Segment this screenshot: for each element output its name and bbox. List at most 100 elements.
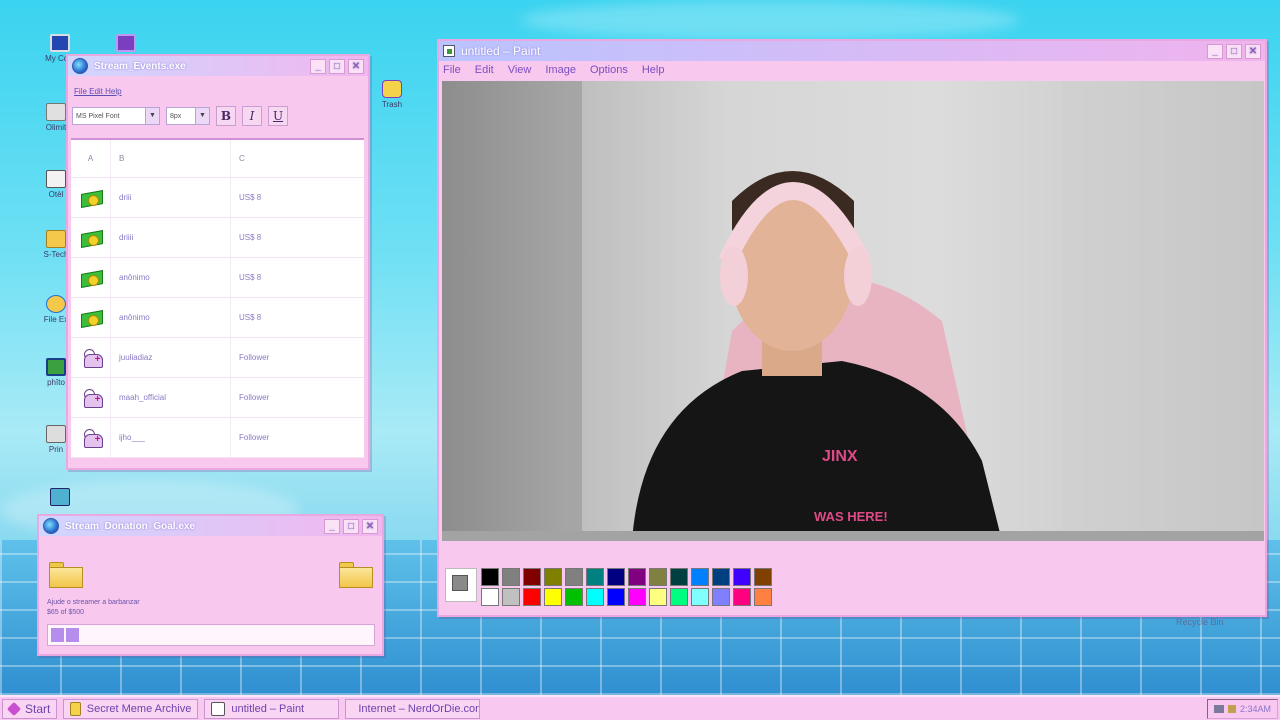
notepad-icon bbox=[50, 488, 70, 506]
close-button[interactable]: ✕ bbox=[348, 58, 364, 74]
recycle-bin-label[interactable]: Recycle Bin bbox=[1176, 617, 1224, 627]
maximize-button[interactable]: □ bbox=[329, 58, 345, 74]
color-swatch[interactable] bbox=[691, 568, 709, 586]
svg-text:JINX: JINX bbox=[822, 448, 858, 465]
close-button[interactable]: ✕ bbox=[362, 518, 378, 534]
donation-titlebar[interactable]: Stream_Donation_Goal.exe _ □ ✕ bbox=[39, 516, 382, 536]
color-swatch[interactable] bbox=[712, 568, 730, 586]
color-swatch[interactable] bbox=[670, 588, 688, 606]
menu-edit[interactable]: Edit bbox=[475, 64, 494, 76]
taskbar-secret-meme-archive[interactable]: Secret Meme Archive bbox=[63, 698, 199, 719]
volume-icon[interactable] bbox=[1227, 704, 1236, 713]
color-swatch[interactable] bbox=[502, 588, 520, 606]
event-name: maah_official bbox=[111, 378, 231, 417]
color-swatch[interactable] bbox=[481, 588, 499, 606]
current-color[interactable] bbox=[445, 568, 477, 602]
color-swatch[interactable] bbox=[754, 588, 772, 606]
color-swatch[interactable] bbox=[586, 568, 604, 586]
color-swatch[interactable] bbox=[502, 568, 520, 586]
column-header-b: B bbox=[111, 140, 231, 177]
color-swatch[interactable] bbox=[565, 588, 583, 606]
network-tray-icon[interactable] bbox=[1213, 704, 1224, 713]
start-button[interactable]: Start bbox=[2, 698, 58, 719]
color-swatch[interactable] bbox=[586, 588, 604, 606]
event-name: anônimo bbox=[111, 258, 231, 297]
table-row[interactable]: maah_official Follower bbox=[71, 378, 364, 418]
desktop-icon-trash[interactable]: Trash bbox=[364, 80, 420, 109]
color-swatch[interactable] bbox=[733, 588, 751, 606]
event-value: US$ 8 bbox=[239, 313, 262, 322]
globe-icon bbox=[72, 58, 88, 74]
goal-description: Ajude o streamer a barbanzar $65 of $500 bbox=[47, 598, 140, 618]
paint-titlebar[interactable]: untitled – Paint _ □ ✕ bbox=[439, 41, 1265, 61]
canvas-scrollbar[interactable] bbox=[442, 531, 1264, 541]
color-swatch[interactable] bbox=[649, 568, 667, 586]
paint-icon bbox=[443, 45, 455, 57]
start-icon bbox=[6, 701, 22, 716]
events-title: Stream_Events.exe bbox=[94, 60, 186, 72]
event-name: driiii bbox=[111, 218, 231, 257]
color-swatch[interactable] bbox=[628, 568, 646, 586]
color-swatch[interactable] bbox=[565, 568, 583, 586]
color-swatch[interactable] bbox=[607, 588, 625, 606]
minimize-button[interactable]: _ bbox=[310, 58, 326, 74]
italic-button[interactable]: I bbox=[242, 106, 262, 126]
minimize-button[interactable]: _ bbox=[324, 518, 340, 534]
table-row[interactable]: juuliadiaz Follower bbox=[71, 338, 364, 378]
table-row[interactable]: anônimo US$ 8 bbox=[71, 258, 364, 298]
progress-block bbox=[51, 628, 64, 642]
table-row[interactable]: ijho___ Follower bbox=[71, 418, 364, 458]
taskbar-internet[interactable]: Internet – NerdOrDie.com bbox=[345, 698, 481, 719]
menu-view[interactable]: View bbox=[508, 64, 532, 76]
color-swatch[interactable] bbox=[523, 588, 541, 606]
menu-help[interactable]: Help bbox=[642, 64, 665, 76]
menu-options[interactable]: Options bbox=[590, 64, 628, 76]
webcam-feed: JINX WAS HERE! bbox=[442, 81, 1264, 541]
maximize-button[interactable]: □ bbox=[343, 518, 359, 534]
color-swatch[interactable] bbox=[712, 588, 730, 606]
color-swatch[interactable] bbox=[670, 568, 688, 586]
color-swatch[interactable] bbox=[691, 588, 709, 606]
color-swatch[interactable] bbox=[523, 568, 541, 586]
table-row[interactable]: driii US$ 8 bbox=[71, 178, 364, 218]
desktop-icon-network[interactable] bbox=[98, 34, 154, 54]
color-swatch[interactable] bbox=[754, 568, 772, 586]
color-swatch[interactable] bbox=[544, 588, 562, 606]
color-swatches bbox=[481, 568, 773, 606]
taskbar-paint[interactable]: untitled – Paint bbox=[204, 698, 340, 719]
underline-button[interactable]: U bbox=[268, 106, 288, 126]
event-value: US$ 8 bbox=[239, 233, 262, 242]
events-titlebar[interactable]: Stream_Events.exe _ □ ✕ bbox=[68, 56, 368, 76]
close-button[interactable]: ✕ bbox=[1245, 43, 1261, 59]
color-swatch[interactable] bbox=[649, 588, 667, 606]
clock[interactable]: 2:34AM bbox=[1240, 704, 1271, 714]
table-row[interactable]: driiii US$ 8 bbox=[71, 218, 364, 258]
minimize-button[interactable]: _ bbox=[1207, 43, 1223, 59]
menu-file[interactable]: File bbox=[443, 64, 461, 76]
event-name: ijho___ bbox=[111, 418, 231, 457]
events-menu[interactable]: File Edit Help bbox=[68, 76, 368, 100]
event-name: juuliadiaz bbox=[111, 338, 231, 377]
menu-image[interactable]: Image bbox=[545, 64, 576, 76]
paint-canvas-webcam[interactable]: JINX WAS HERE! bbox=[442, 81, 1264, 541]
color-swatch[interactable] bbox=[544, 568, 562, 586]
color-swatch[interactable] bbox=[628, 588, 646, 606]
chevron-down-icon: ▼ bbox=[195, 108, 209, 124]
bold-button[interactable]: B bbox=[216, 106, 236, 126]
column-header-c: C bbox=[239, 154, 245, 163]
color-swatch[interactable] bbox=[481, 568, 499, 586]
follower-icon bbox=[81, 388, 103, 408]
desktop-icon-notes[interactable] bbox=[32, 488, 88, 508]
photo-icon bbox=[46, 358, 66, 376]
printer-icon bbox=[46, 170, 66, 188]
goal-progress-bar bbox=[47, 624, 375, 646]
computer-icon bbox=[50, 34, 70, 52]
table-row[interactable]: anônimo US$ 8 bbox=[71, 298, 364, 338]
font-size-select[interactable]: 8px ▼ bbox=[166, 107, 210, 125]
color-swatch[interactable] bbox=[733, 568, 751, 586]
sheet-header-row: A B C bbox=[71, 140, 364, 178]
maximize-button[interactable]: □ bbox=[1226, 43, 1242, 59]
font-select[interactable]: MS Pixel Font ▼ bbox=[72, 107, 160, 125]
color-swatch[interactable] bbox=[607, 568, 625, 586]
progress-block bbox=[66, 628, 79, 642]
